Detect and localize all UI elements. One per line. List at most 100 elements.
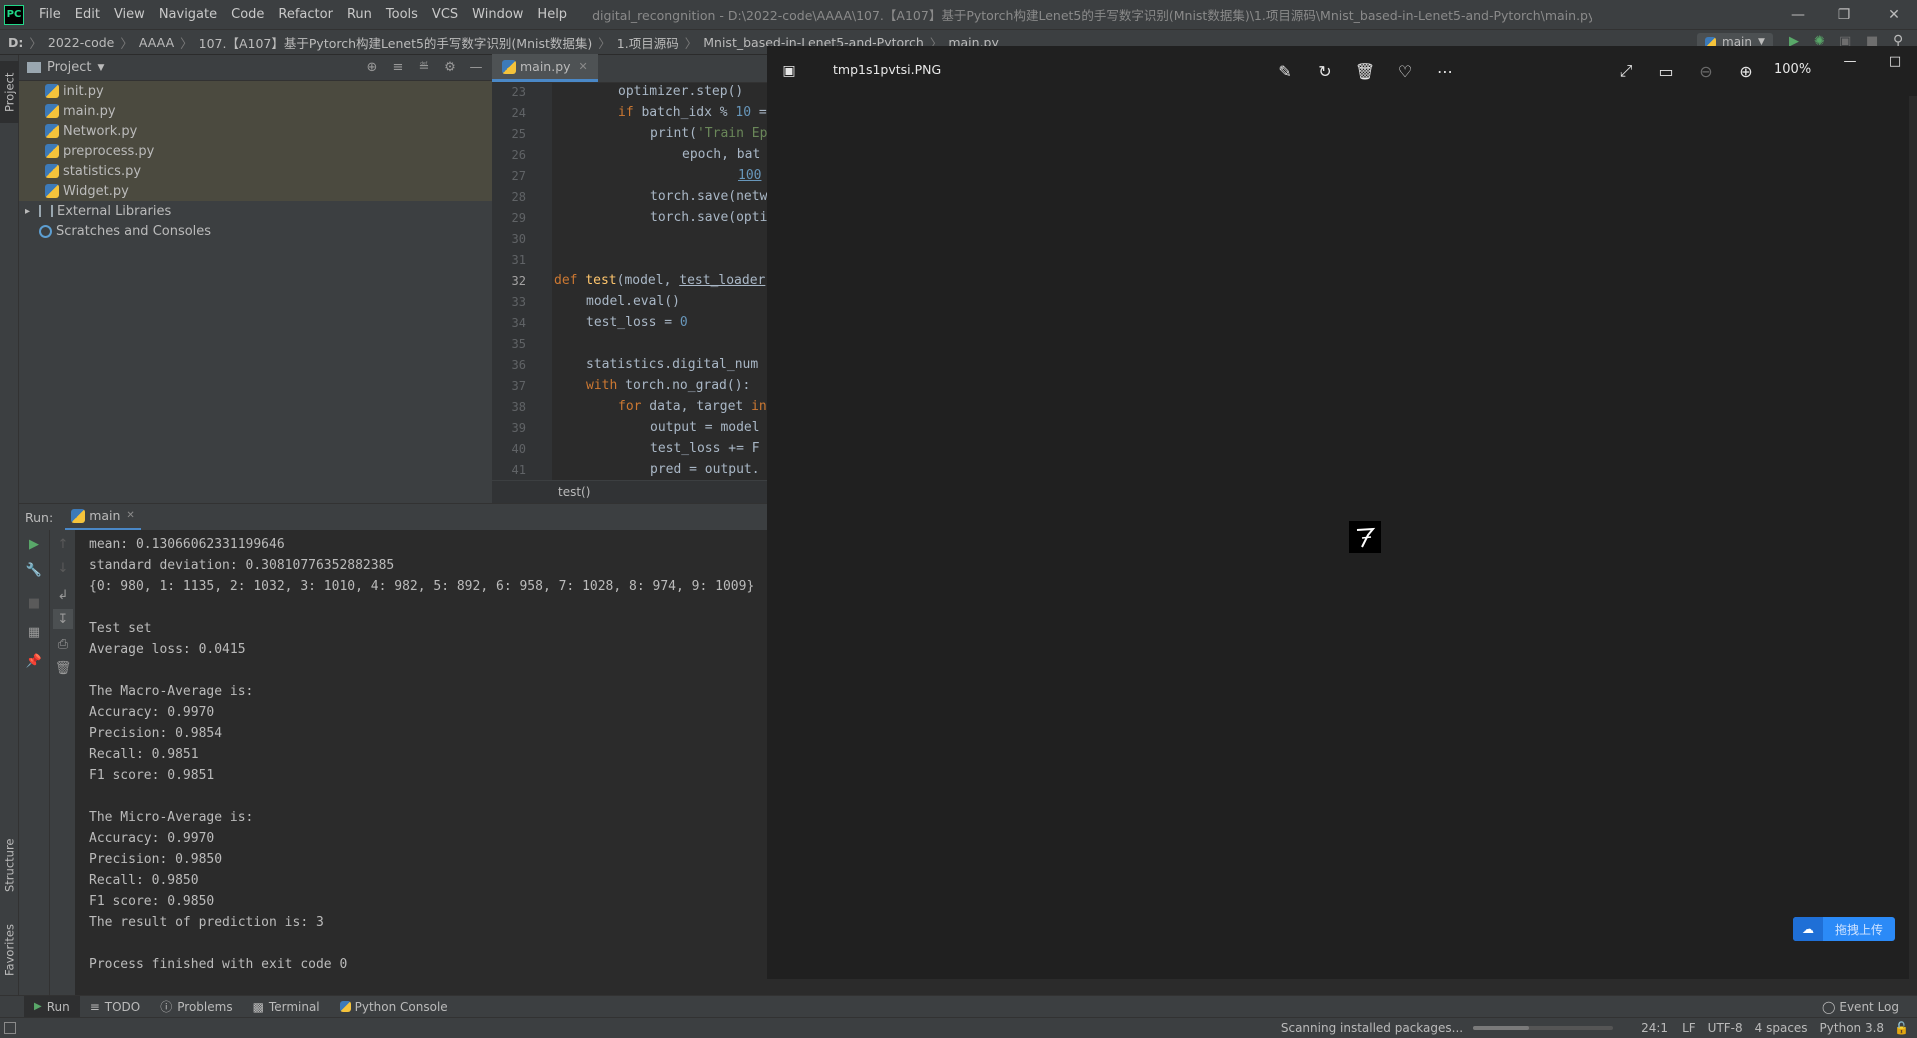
- status-bar: Scanning installed packages... 24:1 LF U…: [0, 1017, 1917, 1038]
- line-number: 28: [511, 189, 526, 204]
- scroll-to-end-icon[interactable]: ↧: [53, 609, 73, 629]
- tree-file-init[interactable]: init.py: [19, 81, 492, 101]
- tab-run[interactable]: ▶ Run: [24, 995, 80, 1018]
- drag-upload-button[interactable]: ☁ 拖拽上传: [1793, 917, 1895, 941]
- menu-refactor[interactable]: Refactor: [271, 0, 340, 29]
- menu-view[interactable]: View: [107, 0, 152, 29]
- event-log-button[interactable]: ◯ Event Log: [1812, 996, 1909, 1018]
- wrench-icon[interactable]: 🔧: [24, 560, 44, 580]
- favorites-tool-tab[interactable]: Favorites: [0, 915, 19, 985]
- python-file-icon: [45, 84, 59, 98]
- editor-footer-breadcrumb[interactable]: test(): [492, 480, 767, 503]
- stop-icon[interactable]: ■: [24, 593, 44, 613]
- line-separator[interactable]: LF: [1682, 1021, 1696, 1035]
- tree-file-main[interactable]: main.py: [19, 101, 492, 121]
- menu-code[interactable]: Code: [224, 0, 271, 29]
- event-log-icon: ◯: [1821, 999, 1836, 1014]
- menu-run[interactable]: Run: [340, 0, 379, 29]
- trash-icon[interactable]: 🗑: [53, 658, 73, 678]
- hide-icon[interactable]: —: [468, 60, 484, 76]
- tree-scratches[interactable]: Scratches and Consoles: [19, 221, 492, 241]
- tab-problems[interactable]: ⓘ Problems: [150, 996, 242, 1018]
- rotate-icon[interactable]: ↻: [1314, 60, 1336, 82]
- python-interpreter[interactable]: Python 3.8: [1820, 1021, 1885, 1035]
- console-line: {0: 980, 1: 1135, 2: 1032, 3: 1010, 4: 9…: [89, 579, 755, 594]
- console-line: Test set: [89, 621, 152, 636]
- external-libraries-label: External Libraries: [57, 203, 172, 219]
- close-icon[interactable]: ✕: [126, 510, 134, 521]
- collapse-all-icon[interactable]: ≝: [416, 60, 432, 76]
- expand-all-icon[interactable]: ≡: [390, 60, 406, 76]
- file-encoding[interactable]: UTF-8: [1708, 1021, 1743, 1035]
- tree-file-widget[interactable]: Widget.py: [19, 181, 492, 201]
- tab-python-console[interactable]: Python Console: [330, 996, 458, 1018]
- background-task-label[interactable]: Scanning installed packages...: [1281, 1021, 1463, 1035]
- line-number: 40: [511, 441, 526, 456]
- print-icon[interactable]: ⎙: [53, 634, 73, 654]
- layout-icon[interactable]: ▦: [24, 622, 44, 642]
- trash-icon[interactable]: 🗑: [1354, 60, 1376, 82]
- info-icon: ⓘ: [160, 1000, 173, 1014]
- run-tab-main[interactable]: main ✕: [65, 504, 141, 531]
- code-line: def test(model, test_loader: [554, 273, 766, 288]
- crumb-folder[interactable]: 1.项目源码: [617, 33, 679, 52]
- structure-tool-tab[interactable]: Structure: [0, 825, 19, 905]
- layout-toggle-icon[interactable]: [4, 1022, 16, 1034]
- fit-window-icon[interactable]: ▭: [1655, 60, 1677, 82]
- close-icon[interactable]: ✕: [579, 60, 588, 73]
- gear-icon[interactable]: ⚙: [442, 60, 458, 76]
- tab-terminal[interactable]: ▩ Terminal: [243, 996, 330, 1018]
- locate-icon[interactable]: ⊕: [364, 60, 380, 76]
- maximize-icon[interactable]: □: [1884, 50, 1906, 72]
- menu-file[interactable]: File: [32, 0, 68, 29]
- project-panel-title[interactable]: Project: [47, 60, 91, 75]
- image-filename: tmp1s1pvtsi.PNG: [833, 62, 942, 77]
- soft-wrap-icon[interactable]: ↲: [53, 585, 73, 605]
- chevron-right-icon[interactable]: ▸: [25, 206, 39, 217]
- line-number: 41: [511, 462, 526, 477]
- indent-setting[interactable]: 4 spaces: [1755, 1021, 1808, 1035]
- zoom-level[interactable]: 100%: [1774, 62, 1811, 77]
- close-icon[interactable]: ✕: [1871, 0, 1917, 29]
- crumb-drive[interactable]: D:: [8, 35, 23, 50]
- heart-icon[interactable]: ♡: [1394, 60, 1416, 82]
- tree-external-libraries[interactable]: ▸ External Libraries: [19, 201, 492, 221]
- arrow-up-icon[interactable]: ↑: [53, 534, 73, 554]
- tree-file-network[interactable]: Network.py: [19, 121, 492, 141]
- zoom-out-icon[interactable]: ⊖: [1695, 60, 1717, 82]
- code-editor[interactable]: 23 optimizer.step() 24 if batch_idx % 10 =…: [492, 83, 767, 480]
- crumb-folder[interactable]: 2022-code: [48, 35, 114, 50]
- arrow-down-icon[interactable]: ↓: [53, 558, 73, 578]
- minimize-icon[interactable]: —: [1775, 0, 1821, 29]
- chevron-down-icon[interactable]: ▼: [97, 63, 104, 73]
- rerun-icon[interactable]: ▶: [24, 534, 44, 554]
- menu-window[interactable]: Window: [465, 0, 530, 29]
- run-tab-label: main: [89, 508, 121, 523]
- crumb-folder[interactable]: AAAA: [139, 35, 174, 50]
- menu-navigate[interactable]: Navigate: [152, 0, 224, 29]
- more-icon[interactable]: ⋯: [1434, 60, 1456, 82]
- menu-vcs[interactable]: VCS: [425, 0, 465, 29]
- menu-edit[interactable]: Edit: [68, 0, 107, 29]
- function-crumb[interactable]: test(): [558, 485, 590, 499]
- tree-file-preprocess[interactable]: preprocess.py: [19, 141, 492, 161]
- lock-icon[interactable]: 🔓: [1894, 1021, 1909, 1035]
- menu-tools[interactable]: Tools: [379, 0, 425, 29]
- restore-icon[interactable]: ❐: [1821, 0, 1867, 29]
- expand-icon[interactable]: ⤢: [1615, 60, 1637, 82]
- zoom-in-icon[interactable]: ⊕: [1735, 60, 1757, 82]
- tree-file-statistics[interactable]: statistics.py: [19, 161, 492, 181]
- tab-main-py[interactable]: main.py ✕: [492, 54, 598, 82]
- tab-todo[interactable]: ≡ TODO: [80, 996, 151, 1018]
- menu-help[interactable]: Help: [530, 0, 574, 29]
- project-tool-tab[interactable]: Project: [0, 61, 19, 123]
- run-console[interactable]: mean: 0.13066062331199646 standard devia…: [75, 530, 767, 995]
- edit-icon[interactable]: ✎: [1274, 60, 1296, 82]
- viewer-scrollbar[interactable]: [1909, 96, 1917, 979]
- crumb-folder[interactable]: 107.【A107】基于Pytorch构建Lenet5的手写数字识别(Mnist…: [199, 33, 593, 52]
- line-number: 36: [511, 357, 526, 372]
- caret-position[interactable]: 24:1: [1641, 1021, 1668, 1035]
- minimize-icon[interactable]: —: [1839, 50, 1861, 72]
- pin-icon[interactable]: 📌: [24, 651, 44, 671]
